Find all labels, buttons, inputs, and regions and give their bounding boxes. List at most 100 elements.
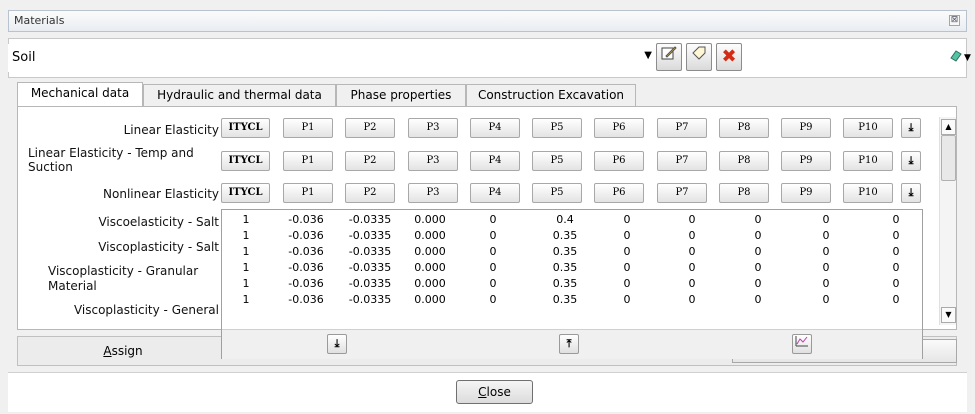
param-button-p8[interactable]: P8 bbox=[719, 118, 769, 138]
param-button-p4[interactable]: P4 bbox=[470, 118, 520, 138]
close-window-icon[interactable]: ⊠ bbox=[949, 15, 960, 26]
table-cell[interactable]: 0 bbox=[463, 261, 523, 274]
param-button-p2[interactable]: P2 bbox=[345, 183, 395, 203]
table-cell[interactable]: 0 bbox=[463, 213, 523, 226]
table-cell[interactable]: 0 bbox=[796, 229, 856, 242]
param-button-p7[interactable]: P7 bbox=[657, 151, 707, 171]
param-button-p7[interactable]: P7 bbox=[657, 118, 707, 138]
table-cell[interactable]: 0.000 bbox=[400, 229, 460, 242]
param-button-p8[interactable]: P8 bbox=[719, 151, 769, 171]
delete-material-button[interactable]: ✖ bbox=[716, 43, 742, 71]
download-icon[interactable]: ⤓ bbox=[901, 183, 921, 203]
table-cell[interactable]: 0 bbox=[463, 229, 523, 242]
chevron-down-icon[interactable]: ▼ bbox=[644, 50, 652, 61]
table-cell[interactable]: 0.35 bbox=[535, 293, 595, 306]
download-icon[interactable]: ⤓ bbox=[327, 334, 347, 354]
table-cell[interactable]: 0 bbox=[597, 245, 657, 258]
param-button-p1[interactable]: P1 bbox=[283, 183, 333, 203]
param-button-p8[interactable]: P8 bbox=[719, 183, 769, 203]
param-button-p2[interactable]: P2 bbox=[345, 151, 395, 171]
param-button-p6[interactable]: P6 bbox=[594, 183, 644, 203]
table-cell[interactable]: 0.35 bbox=[535, 261, 595, 274]
param-button-p3[interactable]: P3 bbox=[408, 151, 458, 171]
table-cell[interactable]: 0 bbox=[662, 277, 722, 290]
table-cell[interactable]: 0 bbox=[728, 293, 788, 306]
tab-hydraulic-thermal[interactable]: Hydraulic and thermal data bbox=[143, 84, 336, 106]
param-button-p10[interactable]: P10 bbox=[843, 183, 893, 203]
tag-material-button[interactable] bbox=[686, 43, 712, 71]
table-cell[interactable]: 0 bbox=[796, 245, 856, 258]
chevron-down-icon[interactable]: ▼ bbox=[964, 53, 971, 63]
param-button-p1[interactable]: P1 bbox=[283, 151, 333, 171]
table-cell[interactable]: 0 bbox=[866, 261, 926, 274]
table-cell[interactable]: 0 bbox=[597, 277, 657, 290]
table-cell[interactable]: 1 bbox=[216, 213, 276, 226]
table-cell[interactable]: 1 bbox=[216, 293, 276, 306]
tab-phase-properties[interactable]: Phase properties bbox=[336, 84, 466, 106]
param-button-p10[interactable]: P10 bbox=[843, 118, 893, 138]
table-cell[interactable]: 0 bbox=[597, 293, 657, 306]
table-cell[interactable]: -0.0335 bbox=[340, 245, 400, 258]
param-button-itycl[interactable]: ITYCL bbox=[221, 183, 270, 203]
table-cell[interactable]: 0 bbox=[728, 213, 788, 226]
table-cell[interactable]: 0.35 bbox=[535, 277, 595, 290]
vertical-scrollbar[interactable]: ▲ ▼ bbox=[939, 117, 956, 325]
param-button-p3[interactable]: P3 bbox=[408, 118, 458, 138]
param-button-p3[interactable]: P3 bbox=[408, 183, 458, 203]
param-button-itycl[interactable]: ITYCL bbox=[221, 118, 270, 138]
param-button-itycl[interactable]: ITYCL bbox=[221, 151, 270, 171]
table-cell[interactable]: 0 bbox=[796, 293, 856, 306]
param-button-p4[interactable]: P4 bbox=[470, 151, 520, 171]
close-button[interactable]: Close bbox=[456, 380, 533, 404]
tab-mechanical-data[interactable]: Mechanical data bbox=[17, 82, 143, 106]
param-button-p9[interactable]: P9 bbox=[781, 118, 831, 138]
param-button-p9[interactable]: P9 bbox=[781, 151, 831, 171]
table-cell[interactable]: -0.036 bbox=[276, 229, 336, 242]
download-icon[interactable]: ⤓ bbox=[901, 151, 921, 171]
table-cell[interactable]: 0 bbox=[597, 261, 657, 274]
table-cell[interactable]: 0 bbox=[866, 277, 926, 290]
chart-icon[interactable] bbox=[792, 334, 812, 354]
param-button-p5[interactable]: P5 bbox=[532, 118, 582, 138]
table-cell[interactable]: 1 bbox=[216, 277, 276, 290]
table-cell[interactable]: 0 bbox=[728, 277, 788, 290]
table-cell[interactable]: 0 bbox=[728, 245, 788, 258]
table-cell[interactable]: 0 bbox=[463, 277, 523, 290]
table-cell[interactable]: 0 bbox=[662, 245, 722, 258]
table-cell[interactable]: 0.000 bbox=[400, 277, 460, 290]
table-cell[interactable]: 0 bbox=[662, 229, 722, 242]
table-cell[interactable]: -0.036 bbox=[276, 261, 336, 274]
download-icon[interactable]: ⤓ bbox=[901, 118, 921, 138]
table-cell[interactable]: 0 bbox=[796, 213, 856, 226]
table-cell[interactable]: 0 bbox=[662, 213, 722, 226]
table-cell[interactable]: -0.036 bbox=[276, 277, 336, 290]
table-cell[interactable]: -0.0335 bbox=[340, 261, 400, 274]
param-button-p6[interactable]: P6 bbox=[594, 151, 644, 171]
table-cell[interactable]: 0.000 bbox=[400, 245, 460, 258]
table-cell[interactable]: 1 bbox=[216, 261, 276, 274]
material-select[interactable]: Soil ▼ bbox=[8, 44, 654, 72]
table-cell[interactable]: 0 bbox=[866, 293, 926, 306]
table-cell[interactable]: 0.4 bbox=[535, 213, 595, 226]
table-cell[interactable]: 0 bbox=[866, 229, 926, 242]
param-button-p1[interactable]: P1 bbox=[283, 118, 333, 138]
table-cell[interactable]: 0.000 bbox=[400, 261, 460, 274]
param-button-p4[interactable]: P4 bbox=[470, 183, 520, 203]
scroll-down-icon[interactable]: ▼ bbox=[941, 307, 956, 323]
param-button-p2[interactable]: P2 bbox=[345, 118, 395, 138]
table-cell[interactable]: -0.0335 bbox=[340, 293, 400, 306]
table-cell[interactable]: 0 bbox=[728, 229, 788, 242]
param-button-p7[interactable]: P7 bbox=[657, 183, 707, 203]
table-cell[interactable]: -0.0335 bbox=[340, 213, 400, 226]
table-cell[interactable]: 1 bbox=[216, 245, 276, 258]
edit-material-button[interactable] bbox=[656, 43, 682, 71]
table-cell[interactable]: -0.036 bbox=[276, 245, 336, 258]
param-button-p10[interactable]: P10 bbox=[843, 151, 893, 171]
assign-button[interactable]: Assign bbox=[18, 337, 228, 365]
eraser-icon[interactable] bbox=[949, 49, 963, 67]
scroll-up-icon[interactable]: ▲ bbox=[941, 119, 956, 135]
table-cell[interactable]: -0.036 bbox=[276, 293, 336, 306]
param-button-p5[interactable]: P5 bbox=[532, 183, 582, 203]
param-button-p6[interactable]: P6 bbox=[594, 118, 644, 138]
table-cell[interactable]: 0.35 bbox=[535, 229, 595, 242]
